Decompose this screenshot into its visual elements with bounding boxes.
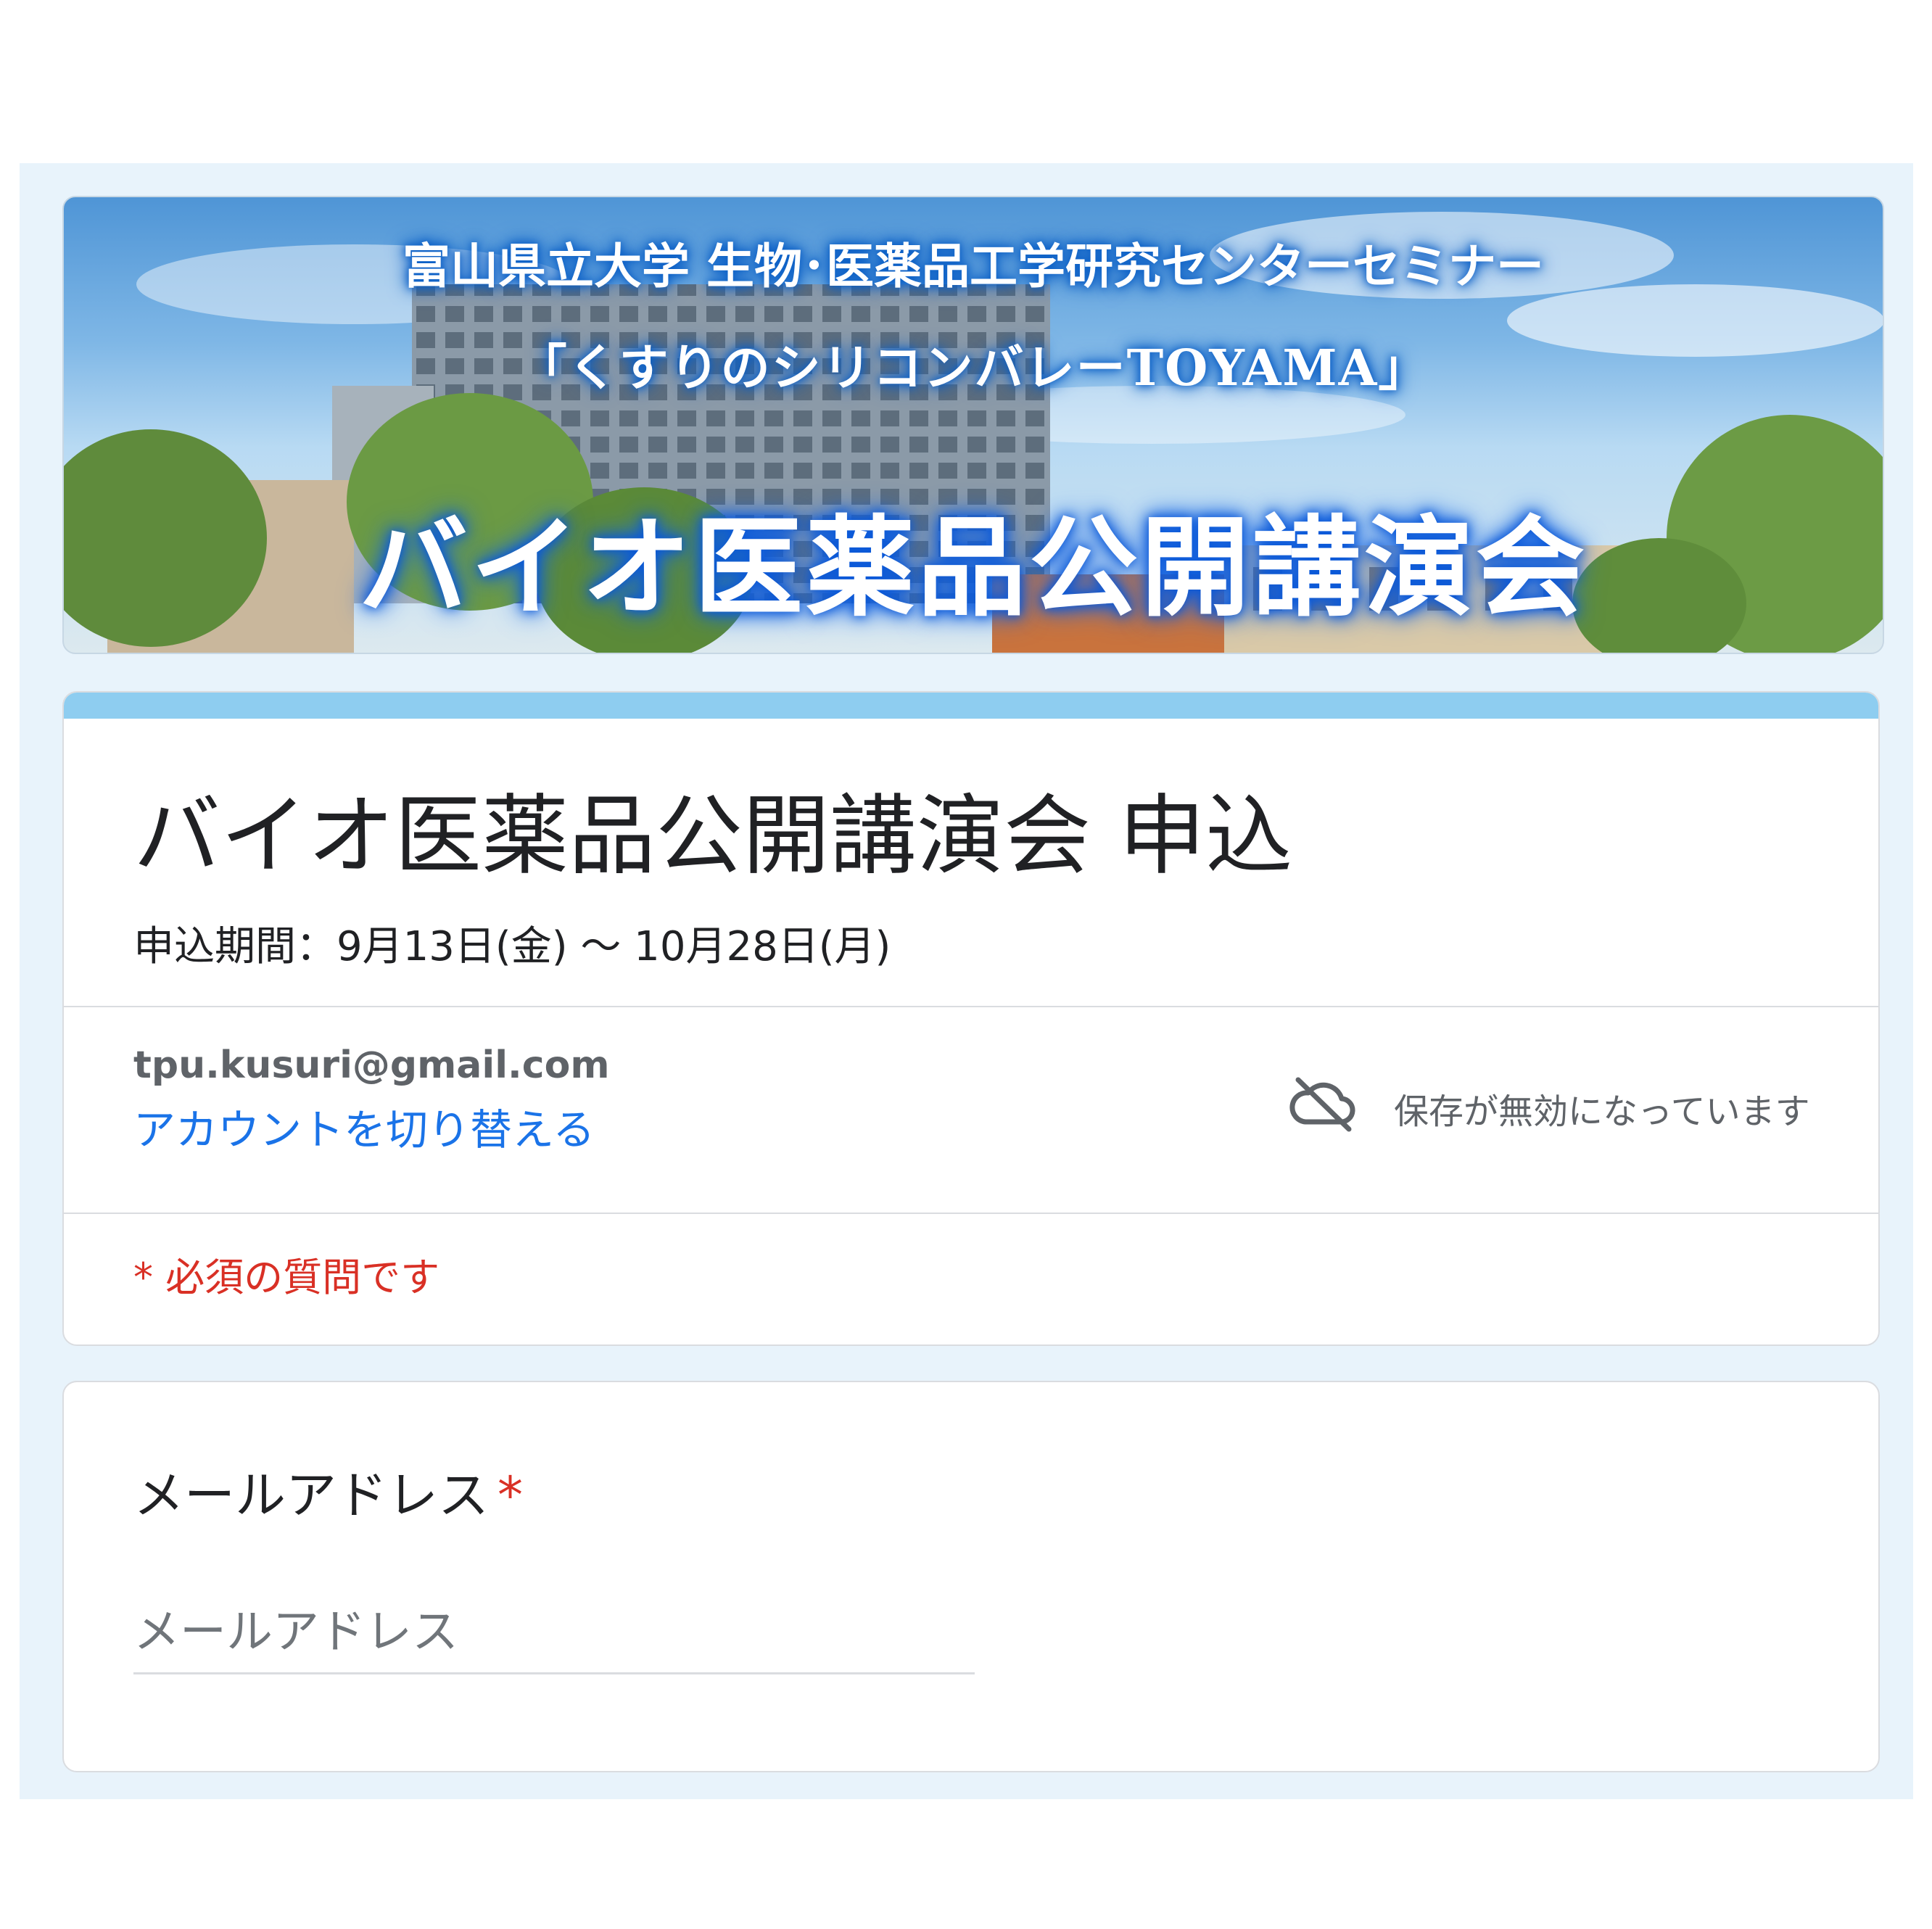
banner-line-2: 「くすりのシリコンバレーTOYAMA」: [517, 339, 1429, 397]
banner-line-1: 富山県立大学 生物･医薬品工学研究センターセミナー: [402, 238, 1544, 294]
form-header-card: バイオ医薬品公開講演会 申込 申込期間：9月13日(金) ～ 10月28日(月)…: [62, 691, 1880, 1346]
cloud-off-icon: [1288, 1074, 1358, 1135]
form-title: バイオ医薬品公開講演会 申込: [133, 786, 1293, 887]
header-banner-image: 富山県立大学 生物･医薬品工学研究センターセミナー 「くすりのシリコンバレーTO…: [62, 196, 1884, 654]
required-note: * 必須の質問です: [133, 1255, 440, 1300]
save-status-text: 保存が無効になっています: [1394, 1091, 1810, 1132]
form-description: 申込期間：9月13日(金) ～ 10月28日(月): [133, 923, 891, 970]
required-asterisk: *: [498, 1466, 523, 1525]
question-title: メールアドレス *: [133, 1455, 523, 1528]
banner-line-3: バイオ医薬品公開講演会: [358, 505, 1588, 632]
divider: [64, 1213, 1878, 1214]
question-card-email: メールアドレス *: [62, 1381, 1880, 1772]
account-email: tpu.kusuri@gmail.com: [133, 1044, 610, 1087]
accent-bar: [64, 693, 1878, 719]
question-label: メールアドレス: [133, 1466, 489, 1525]
divider: [64, 1006, 1878, 1007]
switch-account-link[interactable]: アカウントを切り替える: [133, 1096, 595, 1157]
email-input[interactable]: [133, 1593, 975, 1674]
